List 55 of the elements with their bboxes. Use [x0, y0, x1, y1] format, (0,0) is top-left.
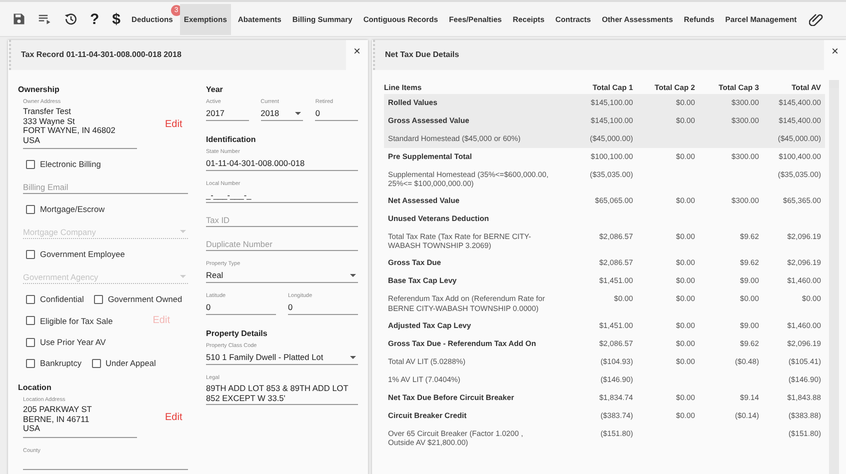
address-text: Transfer Test 333 Wayne St FORT WAYNE, IN 46802 USA: [23, 107, 116, 146]
panel-title: Tax Record 01-11-04-301-008.000-018 2018: [9, 40, 346, 70]
checkbox[interactable]: [26, 338, 35, 347]
section-heading: Identification: [206, 135, 257, 144]
history-icon[interactable]: [64, 12, 78, 26]
section-heading: Location: [18, 383, 52, 392]
checkbox[interactable]: [92, 358, 101, 368]
field-value: 89TH ADD LOT 853 & 89TH ADD LOT 852 EXCEPT W 33.5': [206, 383, 350, 404]
field-value: Real: [206, 270, 224, 281]
checkbox[interactable]: [26, 358, 35, 368]
checkbox[interactable]: [94, 294, 103, 304]
checkbox-label: Confidential: [40, 294, 84, 304]
field-placeholder: Billing Email: [23, 182, 70, 192]
dropdown-caret-icon: [180, 275, 186, 278]
dropdown-caret-icon: [180, 230, 186, 234]
checkbox-label: Government Employee: [40, 249, 125, 260]
checkbox-label: Use Prior Year AV: [40, 337, 106, 348]
paperclip-icon[interactable]: [809, 12, 824, 26]
field-placeholder: Tax ID: [206, 214, 231, 224]
list-arrow-icon[interactable]: [38, 12, 52, 26]
checkbox-label: Government Owned: [108, 294, 182, 304]
checkbox[interactable]: [26, 294, 35, 304]
checkbox[interactable]: [26, 160, 35, 169]
dropdown-caret-icon: [350, 274, 356, 277]
checkbox-label: Electronic Billing: [40, 159, 101, 170]
checkbox-label: Mortgage/Escrow: [40, 204, 105, 214]
close-button[interactable]: ×: [346, 40, 368, 62]
save-icon[interactable]: [12, 12, 26, 26]
address-text: 205 PARKWAY ST BERNE, IN 46711 USA: [23, 405, 93, 434]
edit-link[interactable]: Edit: [165, 118, 182, 130]
field-value: 01-11-04-301-008.000-018: [206, 158, 306, 169]
dropdown-caret-icon: [295, 112, 302, 115]
close-button[interactable]: ×: [824, 40, 846, 62]
tool-button[interactable]: $: [106, 6, 127, 32]
dropdown-caret-icon: [350, 356, 356, 359]
section-heading: Ownership: [18, 85, 60, 94]
section-heading: Year: [206, 85, 224, 94]
field-value: 0: [206, 302, 212, 313]
edit-link[interactable]: Edit: [165, 412, 182, 423]
field-value: 0: [288, 302, 294, 313]
field-value: 2018: [260, 108, 280, 119]
field-value: 510 1 Family Dwell - Platted Lot: [206, 352, 324, 363]
section-heading: Property Details: [206, 329, 268, 338]
panel-title: Net Tax Due Details: [373, 40, 824, 70]
field-value: 0: [315, 108, 321, 119]
checkbox[interactable]: [26, 250, 35, 259]
checkbox-label: Under Appeal: [106, 358, 156, 368]
checkbox[interactable]: [26, 316, 35, 326]
field-value: 2017: [206, 108, 226, 119]
checkbox-label: Bankruptcy: [40, 358, 82, 368]
field-value: _-___-___-_: [206, 190, 252, 201]
checkbox[interactable]: [26, 204, 35, 214]
tool-button[interactable]: ?: [84, 6, 106, 32]
field-placeholder: Duplicate Number: [206, 238, 274, 248]
checkbox-label: Eligible for Tax Sale: [40, 316, 113, 326]
